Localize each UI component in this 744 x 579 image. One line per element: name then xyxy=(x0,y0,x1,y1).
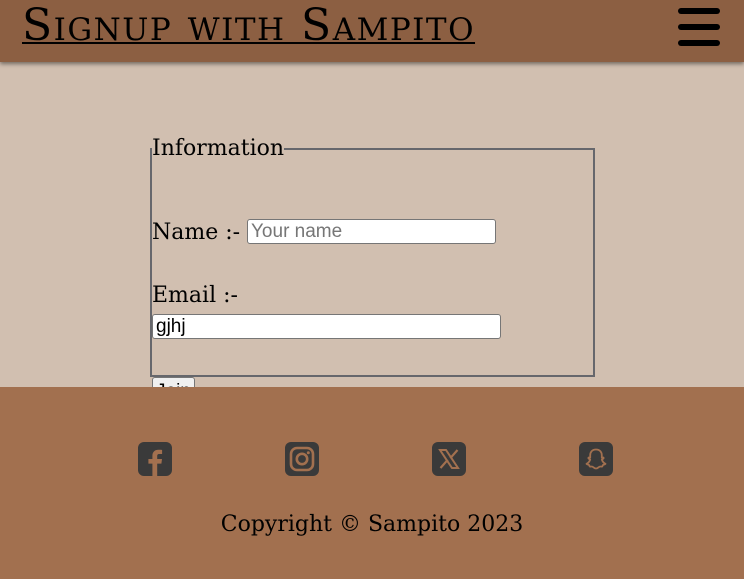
name-label: Name :- xyxy=(152,220,241,245)
copyright-text: Copyright © Sampito 2023 xyxy=(220,512,524,537)
site-footer: Copyright © Sampito 2023 xyxy=(0,387,744,579)
facebook-icon[interactable] xyxy=(138,442,172,476)
name-input[interactable] xyxy=(247,219,496,244)
email-label: Email :- xyxy=(152,283,238,308)
menu-bar xyxy=(678,24,720,30)
instagram-icon[interactable] xyxy=(285,442,319,476)
email-input[interactable] xyxy=(152,314,501,339)
site-header: Signup with Sampito xyxy=(0,0,744,62)
menu-bar xyxy=(678,8,720,14)
information-fieldset: Information Name :- Email :- Join xyxy=(150,136,595,406)
fieldset-legend: Information xyxy=(152,136,285,161)
hamburger-menu-icon[interactable] xyxy=(678,8,720,46)
snapchat-icon[interactable] xyxy=(579,442,613,476)
page-title[interactable]: Signup with Sampito xyxy=(22,0,475,56)
menu-bar xyxy=(678,40,720,46)
x-twitter-icon[interactable] xyxy=(432,442,466,476)
